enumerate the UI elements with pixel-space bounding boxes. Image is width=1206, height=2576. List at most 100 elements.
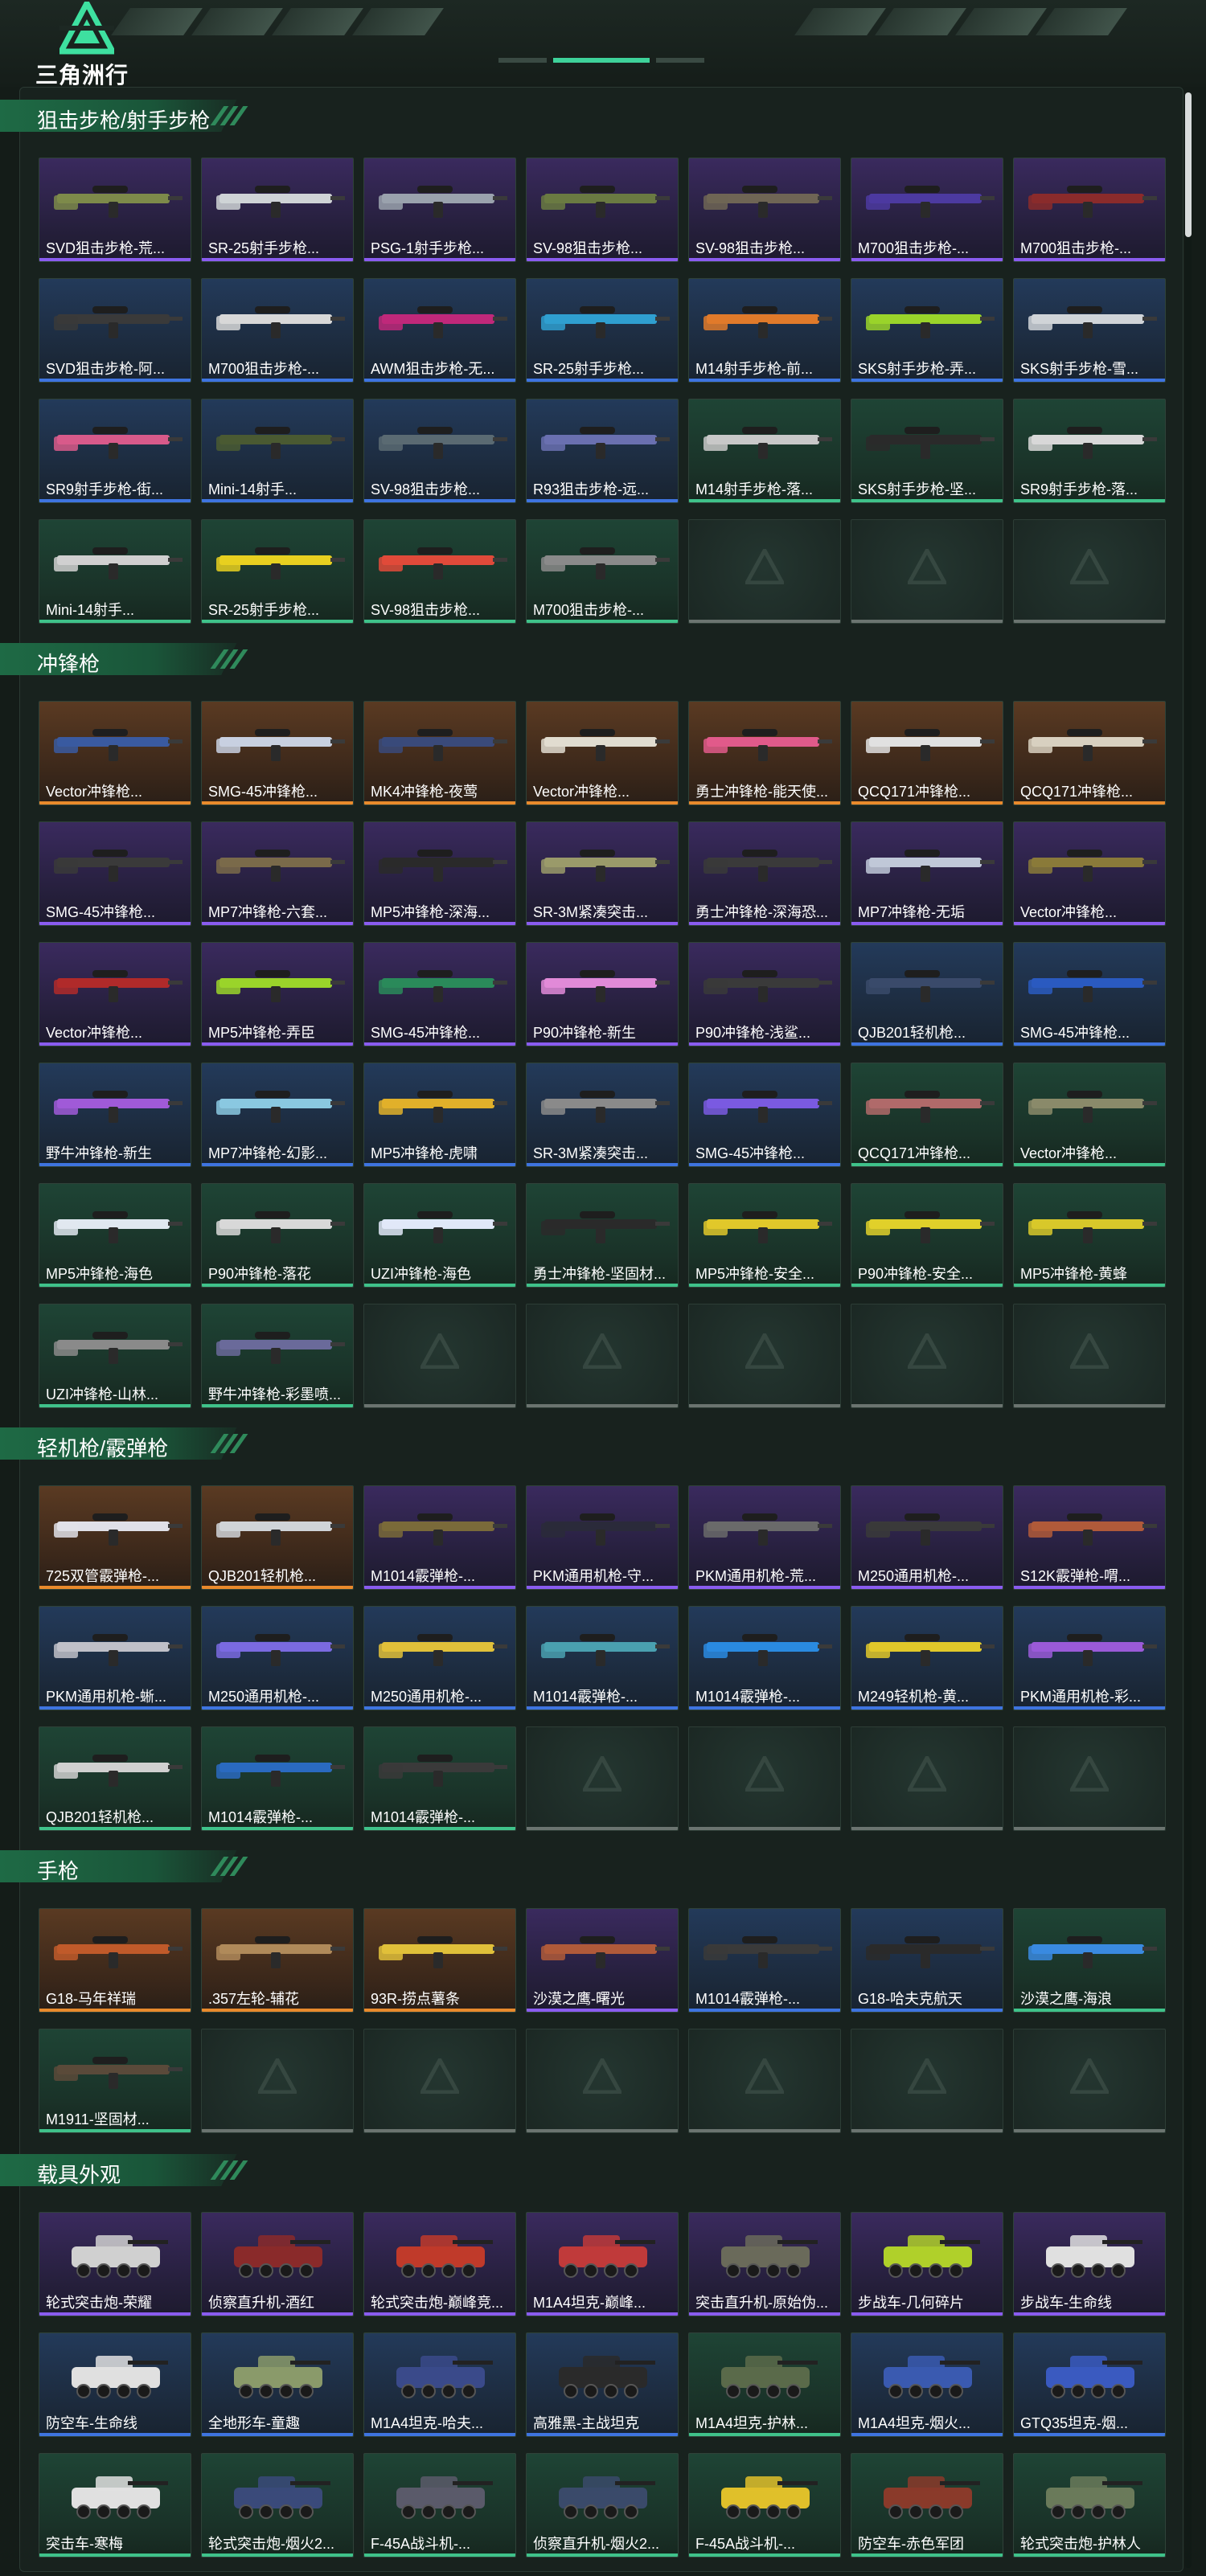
weapon-skin-card[interactable]: SR-3M紧凑突击... bbox=[526, 821, 679, 926]
weapon-skin-card[interactable]: G18-马年祥瑞 bbox=[39, 1908, 191, 2013]
weapon-skin-card[interactable]: M250通用机枪-... bbox=[851, 1485, 1003, 1590]
weapon-skin-card[interactable]: Vector冲锋枪... bbox=[39, 701, 191, 805]
weapon-skin-card[interactable]: PKM通用机枪-荒... bbox=[688, 1485, 841, 1590]
weapon-skin-card[interactable]: SMG-45冲锋枪... bbox=[201, 701, 354, 805]
vehicle-skin-card[interactable]: M1A4坦克-烟火... bbox=[851, 2332, 1003, 2437]
weapon-skin-card[interactable]: Vector冲锋枪... bbox=[1013, 821, 1166, 926]
weapon-skin-card[interactable]: R93狙击步枪-远... bbox=[526, 399, 679, 503]
weapon-skin-card[interactable]: MP5冲锋枪-安全... bbox=[688, 1183, 841, 1288]
weapon-skin-card[interactable]: P90冲锋枪-安全... bbox=[851, 1183, 1003, 1288]
scrollbar-thumb[interactable] bbox=[1185, 92, 1192, 237]
weapon-skin-card[interactable]: SR-25射手步枪... bbox=[201, 158, 354, 262]
vehicle-skin-card[interactable]: 侦察直升机-酒红 bbox=[201, 2212, 354, 2316]
vehicle-skin-card[interactable]: 防空车-赤色军团 bbox=[851, 2453, 1003, 2558]
weapon-skin-card[interactable]: MP7冲锋枪-幻影... bbox=[201, 1063, 354, 1167]
weapon-skin-card[interactable]: M1014霰弹枪-... bbox=[688, 1908, 841, 2013]
weapon-skin-card[interactable]: P90冲锋枪-落花 bbox=[201, 1183, 354, 1288]
weapon-skin-card[interactable]: 725双管霰弹枪-... bbox=[39, 1485, 191, 1590]
vehicle-skin-card[interactable]: F-45A战斗机-... bbox=[363, 2453, 516, 2558]
weapon-skin-card[interactable]: PKM通用机枪-蜥... bbox=[39, 1606, 191, 1710]
weapon-skin-card[interactable]: 野牛冲锋枪-彩墨喷... bbox=[201, 1304, 354, 1408]
vehicle-skin-card[interactable]: 轮式突击炮-巅峰竞... bbox=[363, 2212, 516, 2316]
vehicle-skin-card[interactable]: M1A4坦克-哈夫... bbox=[363, 2332, 516, 2437]
vehicle-skin-card[interactable]: M1A4坦克-护林... bbox=[688, 2332, 841, 2437]
weapon-skin-card[interactable]: SKS射手步枪-雪... bbox=[1013, 278, 1166, 383]
vehicle-skin-card[interactable]: 防空车-生命线 bbox=[39, 2332, 191, 2437]
vehicle-skin-card[interactable]: 步战车-几何碎片 bbox=[851, 2212, 1003, 2316]
vehicle-skin-card[interactable]: 轮式突击炮-烟火2... bbox=[201, 2453, 354, 2558]
weapon-skin-card[interactable]: M250通用机枪-... bbox=[363, 1606, 516, 1710]
weapon-skin-card[interactable]: 沙漠之鹰-海浪 bbox=[1013, 1908, 1166, 2013]
weapon-skin-card[interactable]: AWM狙击步枪-无... bbox=[363, 278, 516, 383]
weapon-skin-card[interactable]: SVD狙击步枪-阿... bbox=[39, 278, 191, 383]
weapon-skin-card[interactable]: SMG-45冲锋枪... bbox=[688, 1063, 841, 1167]
weapon-skin-card[interactable]: QCQ171冲锋枪... bbox=[1013, 701, 1166, 805]
weapon-skin-card[interactable]: SR9射手步枪-街... bbox=[39, 399, 191, 503]
weapon-skin-card[interactable]: SR-3M紧凑突击... bbox=[526, 1063, 679, 1167]
weapon-skin-card[interactable]: M700狙击步枪-... bbox=[526, 519, 679, 624]
weapon-skin-card[interactable]: QCQ171冲锋枪... bbox=[851, 701, 1003, 805]
weapon-skin-card[interactable]: SR-25射手步枪... bbox=[201, 519, 354, 624]
weapon-skin-card[interactable]: M1911-坚固材... bbox=[39, 2029, 191, 2133]
weapon-skin-card[interactable]: M249轻机枪-黄... bbox=[851, 1606, 1003, 1710]
weapon-skin-card[interactable]: PSG-1射手步枪... bbox=[363, 158, 516, 262]
weapon-skin-card[interactable]: M1014霰弹枪-... bbox=[201, 1726, 354, 1831]
weapon-skin-card[interactable]: MP5冲锋枪-海色 bbox=[39, 1183, 191, 1288]
weapon-skin-card[interactable]: Vector冲锋枪... bbox=[526, 701, 679, 805]
weapon-skin-card[interactable]: M1014霰弹枪-... bbox=[526, 1606, 679, 1710]
weapon-skin-card[interactable]: M1014霰弹枪-... bbox=[363, 1726, 516, 1831]
vehicle-skin-card[interactable]: 侦察直升机-烟火2... bbox=[526, 2453, 679, 2558]
weapon-skin-card[interactable]: S12K霰弹枪-喟... bbox=[1013, 1485, 1166, 1590]
weapon-skin-card[interactable]: 野牛冲锋枪-新生 bbox=[39, 1063, 191, 1167]
vehicle-skin-card[interactable]: 突击直升机-原始伪... bbox=[688, 2212, 841, 2316]
weapon-skin-card[interactable]: MP5冲锋枪-深海... bbox=[363, 821, 516, 926]
weapon-skin-card[interactable]: M250通用机枪-... bbox=[201, 1606, 354, 1710]
weapon-skin-card[interactable]: P90冲锋枪-新生 bbox=[526, 942, 679, 1046]
vehicle-skin-card[interactable]: 全地形车-童趣 bbox=[201, 2332, 354, 2437]
weapon-skin-card[interactable]: M1014霰弹枪-... bbox=[688, 1606, 841, 1710]
weapon-skin-card[interactable]: SR-25射手步枪... bbox=[526, 278, 679, 383]
weapon-skin-card[interactable]: M14射手步枪-落... bbox=[688, 399, 841, 503]
vehicle-skin-card[interactable]: 突击车-寒梅 bbox=[39, 2453, 191, 2558]
weapon-skin-card[interactable]: UZI冲锋枪-海色 bbox=[363, 1183, 516, 1288]
vehicle-skin-card[interactable]: 轮式突击炮-护林人 bbox=[1013, 2453, 1166, 2558]
weapon-skin-card[interactable]: SKS射手步枪-坚... bbox=[851, 399, 1003, 503]
weapon-skin-card[interactable]: QCQ171冲锋枪... bbox=[851, 1063, 1003, 1167]
weapon-skin-card[interactable]: MP7冲锋枪-六套... bbox=[201, 821, 354, 926]
weapon-skin-card[interactable]: M700狙击步枪-... bbox=[851, 158, 1003, 262]
weapon-skin-card[interactable]: Vector冲锋枪... bbox=[1013, 1063, 1166, 1167]
vehicle-skin-card[interactable]: GTQ35坦克-烟... bbox=[1013, 2332, 1166, 2437]
weapon-skin-card[interactable]: SV-98狙击步枪... bbox=[363, 519, 516, 624]
weapon-skin-card[interactable]: M700狙击步枪-... bbox=[201, 278, 354, 383]
weapon-skin-card[interactable]: MP7冲锋枪-无垢 bbox=[851, 821, 1003, 926]
weapon-skin-card[interactable]: Mini-14射手... bbox=[39, 519, 191, 624]
weapon-skin-card[interactable]: MP5冲锋枪-黄蜂 bbox=[1013, 1183, 1166, 1288]
weapon-skin-card[interactable]: SR9射手步枪-落... bbox=[1013, 399, 1166, 503]
weapon-skin-card[interactable]: SVD狙击步枪-荒... bbox=[39, 158, 191, 262]
weapon-skin-card[interactable]: SMG-45冲锋枪... bbox=[1013, 942, 1166, 1046]
weapon-skin-card[interactable]: PKM通用机枪-守... bbox=[526, 1485, 679, 1590]
weapon-skin-card[interactable]: 93R-捞点薯条 bbox=[363, 1908, 516, 2013]
weapon-skin-card[interactable]: M1014霰弹枪-... bbox=[363, 1485, 516, 1590]
scrollbar[interactable] bbox=[1185, 92, 1192, 2568]
weapon-skin-card[interactable]: Vector冲锋枪... bbox=[39, 942, 191, 1046]
weapon-skin-card[interactable]: 勇士冲锋枪-深海恐... bbox=[688, 821, 841, 926]
weapon-skin-card[interactable]: .357左轮-辅花 bbox=[201, 1908, 354, 2013]
vehicle-skin-card[interactable]: F-45A战斗机-... bbox=[688, 2453, 841, 2558]
weapon-skin-card[interactable]: G18-哈夫克航天 bbox=[851, 1908, 1003, 2013]
weapon-skin-card[interactable]: MP5冲锋枪-弄臣 bbox=[201, 942, 354, 1046]
weapon-skin-card[interactable]: 勇士冲锋枪-能天使... bbox=[688, 701, 841, 805]
weapon-skin-card[interactable]: MK4冲锋枪-夜莺 bbox=[363, 701, 516, 805]
weapon-skin-card[interactable]: SV-98狙击步枪... bbox=[363, 399, 516, 503]
weapon-skin-card[interactable]: P90冲锋枪-浅鲨... bbox=[688, 942, 841, 1046]
weapon-skin-card[interactable]: 沙漠之鹰-曙光 bbox=[526, 1908, 679, 2013]
weapon-skin-card[interactable]: QJB201轻机枪... bbox=[201, 1485, 354, 1590]
weapon-skin-card[interactable]: M700狙击步枪-... bbox=[1013, 158, 1166, 262]
weapon-skin-card[interactable]: QJB201轻机枪... bbox=[39, 1726, 191, 1831]
vehicle-skin-card[interactable]: 轮式突击炮-荣耀 bbox=[39, 2212, 191, 2316]
weapon-skin-card[interactable]: UZI冲锋枪-山林... bbox=[39, 1304, 191, 1408]
vehicle-skin-card[interactable]: M1A4坦克-巅峰... bbox=[526, 2212, 679, 2316]
weapon-skin-card[interactable]: PKM通用机枪-彩... bbox=[1013, 1606, 1166, 1710]
weapon-skin-card[interactable]: MP5冲锋枪-虎啸 bbox=[363, 1063, 516, 1167]
vehicle-skin-card[interactable]: 高雅黑-主战坦克 bbox=[526, 2332, 679, 2437]
